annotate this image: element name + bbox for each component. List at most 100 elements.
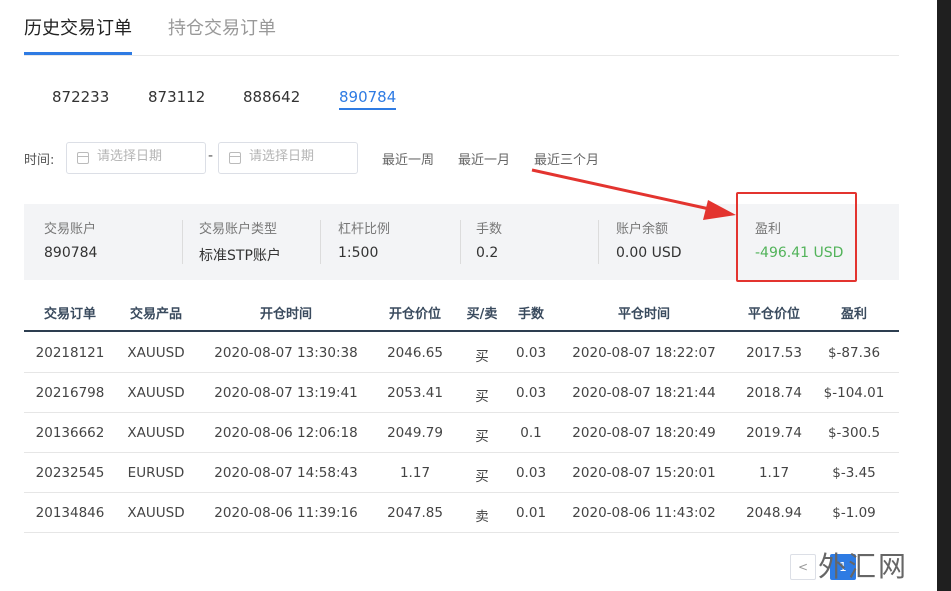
cell-close-price: 2048.94 bbox=[746, 505, 802, 521]
summary-divider bbox=[182, 220, 183, 264]
summary-profit: 盈利 -496.41 USD bbox=[755, 218, 843, 261]
account-summary: 交易账户 890784 交易账户类型 标准STP账户 杠杆比例 1:500 手数… bbox=[24, 204, 899, 280]
cell-product: XAUUSD bbox=[127, 345, 185, 361]
table-row: 20218121 XAUUSD 2020-08-07 13:30:38 2046… bbox=[24, 333, 899, 373]
end-date-picker[interactable] bbox=[218, 142, 358, 174]
cell-side: 买 bbox=[475, 389, 489, 405]
tab-history-orders[interactable]: 历史交易订单 bbox=[24, 14, 132, 40]
cell-order: 20216798 bbox=[35, 385, 105, 401]
summary-lots: 手数 0.2 bbox=[476, 218, 502, 261]
summary-leverage: 杠杆比例 1:500 bbox=[338, 218, 390, 261]
cell-product: XAUUSD bbox=[127, 425, 185, 441]
col-header-open-price: 开仓价位 bbox=[388, 307, 442, 322]
prev-page-button[interactable]: < bbox=[790, 554, 816, 580]
summary-balance-value: 0.00 USD bbox=[616, 245, 682, 261]
cell-profit: $-300.5 bbox=[827, 425, 881, 441]
start-date-input[interactable] bbox=[97, 149, 197, 164]
date-separator: - bbox=[208, 148, 214, 164]
cell-open-price: 2047.85 bbox=[387, 505, 443, 521]
col-header-close-time: 平仓时间 bbox=[617, 307, 671, 322]
window-edge bbox=[937, 0, 951, 591]
cell-open-time: 2020-08-07 14:58:43 bbox=[214, 465, 358, 481]
table-row: 20134846 XAUUSD 2020-08-06 11:39:16 2047… bbox=[24, 493, 899, 533]
cell-close-price: 1.17 bbox=[758, 465, 790, 481]
account-888642[interactable]: 888642 bbox=[243, 88, 300, 106]
col-header-order: 交易订单 bbox=[43, 307, 97, 322]
cell-lots: 0.03 bbox=[515, 385, 547, 401]
cell-close-time: 2020-08-07 18:20:49 bbox=[572, 425, 716, 441]
tab-open-positions[interactable]: 持仓交易订单 bbox=[168, 14, 276, 40]
summary-profit-value: -496.41 USD bbox=[755, 245, 844, 261]
cell-order: 20218121 bbox=[35, 345, 105, 361]
account-872233[interactable]: 872233 bbox=[52, 88, 109, 106]
cell-product: EURUSD bbox=[127, 465, 185, 481]
cell-open-price: 1.17 bbox=[399, 465, 431, 481]
cell-open-price: 2053.41 bbox=[387, 385, 443, 401]
cell-close-price: 2018.74 bbox=[746, 385, 802, 401]
table-row: 20232545 EURUSD 2020-08-07 14:58:43 1.17… bbox=[24, 453, 899, 493]
summary-divider bbox=[460, 220, 461, 264]
active-tab-indicator bbox=[24, 52, 132, 55]
summary-account-type-value: 标准STP账户 bbox=[199, 248, 281, 264]
cell-close-price: 2019.74 bbox=[746, 425, 802, 441]
table-row: 20216798 XAUUSD 2020-08-07 13:19:41 2053… bbox=[24, 373, 899, 413]
cell-side: 买 bbox=[475, 429, 489, 445]
cell-open-price: 2049.79 bbox=[387, 425, 443, 441]
cell-lots: 0.03 bbox=[515, 465, 547, 481]
cell-open-time: 2020-08-07 13:30:38 bbox=[214, 345, 358, 361]
summary-profit-label: 盈利 bbox=[755, 222, 782, 237]
range-last-week[interactable]: 最近一周 bbox=[382, 149, 434, 168]
cell-side: 买 bbox=[475, 349, 489, 365]
cell-profit: $-1.09 bbox=[832, 505, 876, 521]
range-last-month[interactable]: 最近一月 bbox=[458, 149, 510, 168]
summary-divider bbox=[320, 220, 321, 264]
col-header-close-price: 平仓价位 bbox=[747, 307, 801, 322]
cell-open-time: 2020-08-06 11:39:16 bbox=[214, 505, 358, 521]
summary-divider bbox=[736, 220, 737, 264]
account-873112[interactable]: 873112 bbox=[148, 88, 205, 106]
cell-order: 20134846 bbox=[35, 505, 105, 521]
col-header-product: 交易产品 bbox=[129, 307, 183, 322]
cell-side: 卖 bbox=[475, 509, 489, 525]
table-row: 20136662 XAUUSD 2020-08-06 12:06:18 2049… bbox=[24, 413, 899, 453]
account-890784[interactable]: 890784 bbox=[339, 88, 397, 110]
summary-lots-value: 0.2 bbox=[476, 245, 499, 261]
summary-account-label: 交易账户 bbox=[44, 222, 97, 237]
range-last-three-months[interactable]: 最近三个月 bbox=[534, 149, 599, 168]
col-header-open-time: 开仓时间 bbox=[259, 307, 313, 322]
cell-profit: $-87.36 bbox=[827, 345, 881, 361]
start-date-picker[interactable] bbox=[66, 142, 206, 174]
cell-open-time: 2020-08-07 13:19:41 bbox=[214, 385, 358, 401]
col-header-side: 买/卖 bbox=[466, 307, 498, 322]
summary-account-value: 890784 bbox=[44, 245, 98, 261]
summary-account-type: 交易账户类型 标准STP账户 bbox=[199, 218, 281, 265]
cell-order: 20232545 bbox=[35, 465, 105, 481]
end-date-input[interactable] bbox=[249, 149, 349, 164]
cell-product: XAUUSD bbox=[127, 505, 185, 521]
cell-profit: $-104.01 bbox=[823, 385, 885, 401]
col-header-profit: 盈利 bbox=[840, 307, 868, 322]
cell-profit: $-3.45 bbox=[832, 465, 876, 481]
time-label: 时间: bbox=[24, 153, 55, 168]
cell-lots: 0.03 bbox=[515, 345, 547, 361]
cell-lots: 0.1 bbox=[520, 425, 542, 441]
col-header-lots: 手数 bbox=[517, 307, 545, 322]
summary-divider bbox=[598, 220, 599, 264]
site-watermark: 外汇网 bbox=[818, 550, 909, 583]
calendar-icon bbox=[229, 152, 241, 164]
cell-close-time: 2020-08-07 15:20:01 bbox=[572, 465, 716, 481]
cell-open-time: 2020-08-06 12:06:18 bbox=[214, 425, 358, 441]
summary-account-type-label: 交易账户类型 bbox=[199, 222, 278, 237]
cell-product: XAUUSD bbox=[127, 385, 185, 401]
summary-balance-label: 账户余额 bbox=[616, 222, 669, 237]
cell-open-price: 2046.65 bbox=[387, 345, 443, 361]
cell-side: 买 bbox=[475, 469, 489, 485]
cell-close-price: 2017.53 bbox=[746, 345, 802, 361]
summary-balance: 账户余额 0.00 USD bbox=[616, 218, 682, 261]
order-tabs: 历史交易订单 持仓交易订单 bbox=[24, 0, 899, 56]
cell-close-time: 2020-08-06 11:43:02 bbox=[572, 505, 716, 521]
cell-lots: 0.01 bbox=[515, 505, 547, 521]
summary-account: 交易账户 890784 bbox=[44, 218, 97, 261]
calendar-icon bbox=[77, 152, 89, 164]
summary-lots-label: 手数 bbox=[476, 222, 503, 237]
